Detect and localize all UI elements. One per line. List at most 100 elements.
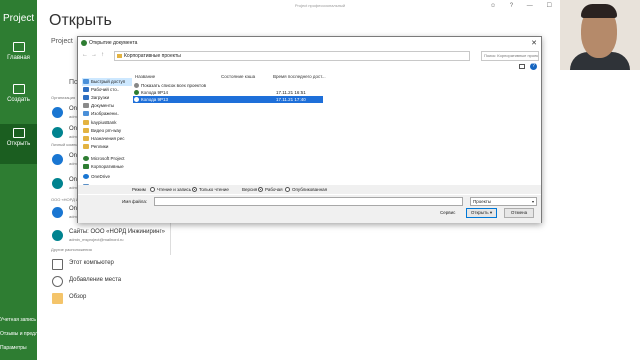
onedrive-icon <box>52 107 63 118</box>
project-label: Project <box>51 38 73 45</box>
filename-input[interactable] <box>154 197 463 206</box>
list-item[interactable]: Показать список всех проектов <box>133 82 323 89</box>
documents-icon <box>83 103 89 108</box>
filetype-select[interactable]: Проекты ▾ <box>470 197 537 206</box>
nav-item-pictures[interactable]: Изображени.. <box>82 110 132 118</box>
project-app-icon <box>81 40 87 46</box>
location-label: Сайты: ООО «НОРД Инжиниринг» <box>69 229 166 235</box>
location-sub: adm <box>69 114 77 119</box>
nav-item-ms-project[interactable]: Microsoft Project <box>82 155 132 163</box>
radio-label: Чтение и запись <box>157 187 192 192</box>
rail-item-label: Создать <box>7 97 30 103</box>
rail-item-open[interactable]: Открыть <box>0 124 37 164</box>
nav-label: Загрузки <box>91 95 110 100</box>
column-header-cache[interactable]: Состояние кэша <box>221 73 255 81</box>
location-label: Обзор <box>69 294 87 300</box>
nav-label: Быстрый доступ <box>91 79 126 84</box>
onedrive-icon <box>83 174 89 179</box>
forward-arrow-icon[interactable]: → <box>91 52 97 58</box>
desktop-icon <box>83 87 89 92</box>
nav-item-quick-access[interactable]: Быстрый доступ <box>82 78 132 86</box>
service-menu[interactable]: Сервис <box>440 210 455 215</box>
nav-item-folder[interactable]: Назначения рес <box>82 135 132 143</box>
rail-item-home[interactable]: Главная <box>0 38 37 78</box>
close-icon[interactable]: ✕ <box>531 38 537 50</box>
open-button[interactable]: Открыть ▾ <box>466 208 497 218</box>
new-document-icon <box>12 84 25 94</box>
globe-icon <box>52 276 63 287</box>
nav-label: Видео pm-way <box>91 128 122 133</box>
radio-label: Рабочая <box>265 187 283 192</box>
nav-item-onedrive[interactable]: OneDrive <box>82 173 132 181</box>
radio-icon <box>285 187 290 193</box>
location-item[interactable]: Этот компьютер <box>51 257 171 275</box>
nav-label: kaypiusBank <box>91 120 117 125</box>
mode-read-write[interactable]: Чтение и запись <box>150 185 191 194</box>
column-header-name[interactable]: Название <box>135 73 155 81</box>
rail-footer-account[interactable]: Учетная запись <box>0 317 37 323</box>
dialog-toolbar: ? <box>78 63 541 72</box>
mode-read-only[interactable]: Только чтение <box>192 185 229 194</box>
dialog-title-bar: Открытие документа ✕ <box>78 37 541 49</box>
nav-label: Документы <box>91 103 115 108</box>
nav-item-folder[interactable]: Реплики <box>82 143 132 151</box>
location-sub: adm <box>69 161 77 166</box>
location-sub: adm <box>69 185 77 190</box>
cancel-button[interactable]: Отмена <box>504 208 534 218</box>
nav-label: Microsoft Project <box>91 156 125 161</box>
column-header-time[interactable]: Время последнего дост... <box>273 73 326 81</box>
version-working[interactable]: Рабочая <box>258 185 283 194</box>
nav-item-documents[interactable]: Документы <box>82 102 132 110</box>
radio-icon <box>258 187 263 193</box>
nav-label: Назначения рес <box>91 136 125 141</box>
mode-label: Режим <box>132 187 146 192</box>
version-published[interactable]: Опубликованная <box>285 185 327 194</box>
file-name: Колода 9Р14 <box>141 90 168 95</box>
nav-item-folder[interactable]: Видео pm-way <box>82 127 132 135</box>
backstage-rail: Project Главная Создать Открыть Учетная … <box>0 0 37 360</box>
nav-item-downloads[interactable]: Загрузки <box>82 94 132 102</box>
location-item[interactable]: Добавление места <box>51 274 171 292</box>
section-label: Организация <box>51 95 76 100</box>
project-file-icon <box>134 97 139 102</box>
folder-icon <box>52 293 63 304</box>
location-item[interactable]: Обзор <box>51 291 171 309</box>
location-label: On <box>69 177 78 183</box>
nav-item-desktop[interactable]: Рабочий сто.. <box>82 86 132 94</box>
rail-footer-options[interactable]: Параметры <box>0 345 37 351</box>
up-arrow-icon[interactable]: ↑ <box>101 52 104 58</box>
nav-item-folder[interactable]: kaypiusBank <box>82 119 132 127</box>
presenter-hair <box>581 4 617 18</box>
location-label: Этот компьютер <box>69 260 114 266</box>
folder-icon <box>83 136 89 141</box>
list-item[interactable]: Колода 9Р14 17.11.21 16:51 <box>133 89 323 96</box>
address-bar[interactable]: Корпоративные проекты <box>114 51 470 61</box>
open-document-dialog: Открытие документа ✕ ← → ↑ Корпоративные… <box>77 36 542 223</box>
list-item-selected[interactable]: Колода 9Р13 17.11.21 17:40 <box>133 96 323 103</box>
help-icon[interactable]: ? <box>530 63 537 70</box>
nav-item-enterprise[interactable]: Корпоративные <box>82 163 132 171</box>
location-label: On <box>69 214 77 220</box>
page-title: Открыть <box>49 12 112 29</box>
location-label: On <box>69 126 78 132</box>
enterprise-projects-icon <box>83 164 89 169</box>
folder-icon <box>83 128 89 133</box>
nav-label: Изображени.. <box>91 111 120 116</box>
rail-item-label: Главная <box>7 55 30 61</box>
rail-item-new[interactable]: Создать <box>0 80 37 120</box>
location-sub: adm <box>69 222 77 227</box>
computer-icon <box>52 259 63 270</box>
back-arrow-icon[interactable]: ← <box>82 52 88 58</box>
radio-label: Только чтение <box>199 187 229 192</box>
file-time: 17.11.21 16:51 <box>276 90 306 95</box>
radio-icon <box>150 187 155 193</box>
nav-label: Корпоративные <box>91 164 124 169</box>
rail-footer-feedback[interactable]: Отзывы и предложения <box>0 331 37 337</box>
filename-row: Имя файла: Проекты ▾ Сервис Открыть ▾ От… <box>78 195 541 223</box>
search-input[interactable]: Поиск: Корпоративные проек... <box>481 51 539 61</box>
location-label: Добавление места <box>69 277 122 283</box>
folder-icon <box>117 54 122 58</box>
file-list: Название Состояние кэша Время последнего… <box>133 73 533 186</box>
view-options-icon[interactable] <box>519 64 525 69</box>
project-file-icon <box>134 90 139 95</box>
